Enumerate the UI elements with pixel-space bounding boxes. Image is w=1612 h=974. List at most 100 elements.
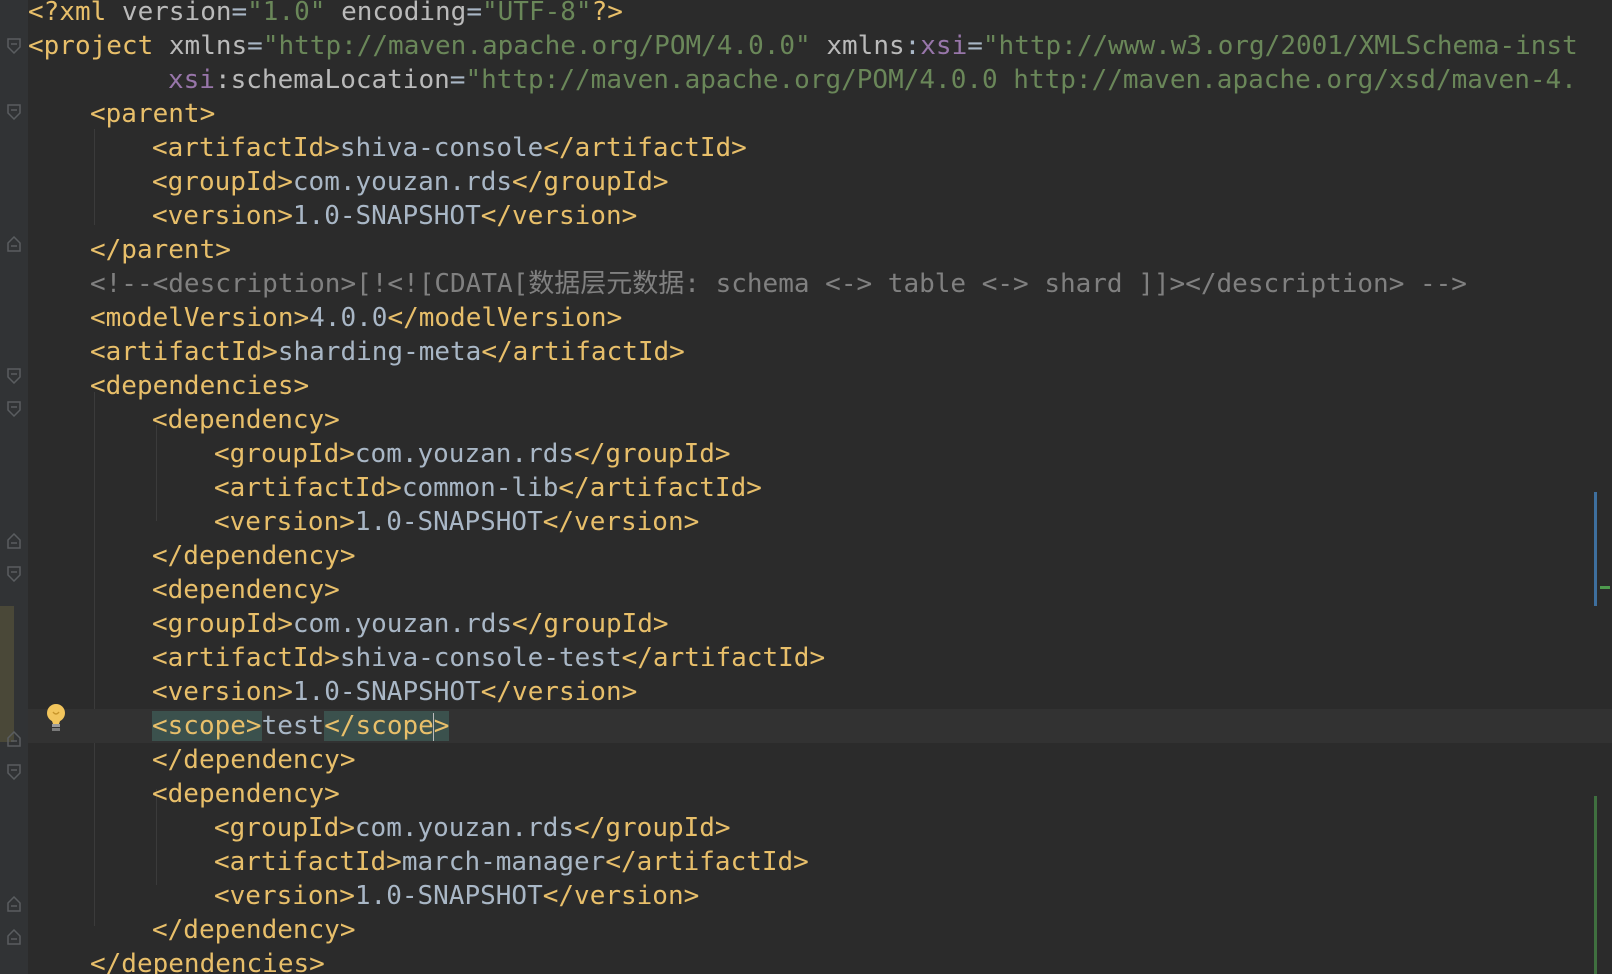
code-line-26[interactable]: <artifactId>march-manager</artifactId> (28, 845, 1612, 879)
error-stripe[interactable] (1588, 0, 1612, 974)
tag-text: shiva-console (339, 133, 544, 163)
tag: </version> (480, 677, 638, 707)
tag: <groupId> (152, 609, 293, 639)
code-line-20[interactable]: <artifactId>shiva-console-test</artifact… (28, 641, 1612, 675)
punct: = (967, 31, 983, 61)
tag: </version> (542, 881, 700, 911)
code-line-9[interactable]: <!--<description>[!<![CDATA[数据层元数据: sche… (28, 267, 1612, 301)
code-line-2[interactable]: <project xmlns = "http://maven.apache.org/… (28, 29, 1612, 63)
fold-marker-icon[interactable] (7, 236, 21, 252)
code-editor[interactable]: <?xml version="1.0" encoding="UTF-8"?> <… (0, 0, 1612, 974)
attr-name: xmlns (168, 31, 248, 61)
code-line-4[interactable]: <parent> (28, 97, 1612, 131)
tag: </groupId> (512, 167, 669, 197)
code-line-12[interactable]: <dependencies> (28, 369, 1612, 403)
tag: </groupId> (512, 609, 669, 639)
tag: <dependency> (152, 779, 340, 809)
editor-gutter (0, 0, 28, 974)
tag: </dependency> (152, 745, 356, 775)
code-line-6[interactable]: <groupId>com.youzan.rds</groupId> (28, 165, 1612, 199)
code-line-10[interactable]: <modelVersion>4.0.0</modelVersion> (28, 301, 1612, 335)
code-line-17[interactable]: </dependency> (28, 539, 1612, 573)
punct: = (231, 0, 248, 27)
fold-marker-icon[interactable] (7, 533, 21, 549)
scroll-mark[interactable] (1594, 492, 1597, 606)
tag: </groupId> (574, 439, 731, 469)
tag: <dependency> (152, 405, 340, 435)
code-line-29[interactable]: </dependencies> (28, 947, 1612, 974)
code-lines[interactable]: <?xml version="1.0" encoding="UTF-8"?> <… (28, 0, 1612, 974)
scroll-mark[interactable] (1594, 796, 1597, 974)
attr-value: "http://maven.apache.org/POM/4.0.0 http:… (465, 65, 1577, 95)
fold-marker-icon[interactable] (7, 38, 21, 54)
comment: <!--<description>[!<![CDATA[数据层元数据: sche… (90, 269, 1467, 299)
tag: <parent> (90, 99, 216, 129)
tag-text: com.youzan.rds (292, 609, 513, 639)
fold-marker-icon[interactable] (7, 368, 21, 384)
attr-value: "http://maven.apache.org/POM/4.0.0" (262, 31, 811, 61)
fold-marker-icon[interactable] (7, 929, 21, 945)
tag-text: 1.0-SNAPSHOT (292, 201, 481, 231)
attr-value: "http://www.w3.org/2001/XMLSchema-inst (982, 31, 1578, 61)
code-line-24[interactable]: <dependency> (28, 777, 1612, 811)
code-line-18[interactable]: <dependency> (28, 573, 1612, 607)
tag: </modelVersion> (387, 303, 623, 333)
punct: : (904, 31, 921, 61)
code-line-3[interactable]: xsi:schemaLocation="http://maven.apache.… (28, 63, 1612, 97)
tag: <artifactId> (214, 473, 402, 503)
code-line-5[interactable]: <artifactId>shiva-console</artifactId> (28, 131, 1612, 165)
code-line-25[interactable]: <groupId>com.youzan.rds</groupId> (28, 811, 1612, 845)
namespace-prefix: xsi (168, 65, 215, 95)
change-marker[interactable] (0, 606, 14, 742)
tag-text: common-lib (401, 473, 559, 503)
code-line-19[interactable]: <groupId>com.youzan.rds</groupId> (28, 607, 1612, 641)
code-line-8[interactable]: </parent> (28, 233, 1612, 267)
tag-text: 1.0-SNAPSHOT (354, 881, 543, 911)
tag-text: com.youzan.rds (354, 439, 575, 469)
tag-open: <project (28, 31, 169, 61)
code-line-21[interactable]: <version>1.0-SNAPSHOT</version> (28, 675, 1612, 709)
namespace-prefix: xsi (920, 31, 968, 61)
code-line-23[interactable]: </dependency> (28, 743, 1612, 777)
xml-declaration-open: <?xml (28, 0, 122, 27)
fold-marker-icon[interactable] (7, 731, 21, 747)
code-line-15[interactable]: <artifactId>common-lib</artifactId> (28, 471, 1612, 505)
tag: <dependency> (152, 575, 340, 605)
code-line-11[interactable]: <artifactId>sharding-meta</artifactId> (28, 335, 1612, 369)
code-line-16[interactable]: <version>1.0-SNAPSHOT</version> (28, 505, 1612, 539)
tag: </dependencies> (90, 949, 325, 974)
tag: <artifactId> (152, 643, 340, 673)
tag: <version> (152, 677, 293, 707)
tag: <artifactId> (90, 337, 278, 367)
code-line-7[interactable]: <version>1.0-SNAPSHOT</version> (28, 199, 1612, 233)
code-line-14[interactable]: <groupId>com.youzan.rds</groupId> (28, 437, 1612, 471)
code-line-22-current[interactable]: <scope>test</scope> (28, 709, 1612, 743)
tag: <version> (152, 201, 293, 231)
punct: = (466, 0, 482, 27)
tag-text: sharding-meta (277, 337, 482, 367)
tag: <groupId> (214, 439, 355, 469)
scroll-mark[interactable] (1600, 586, 1610, 589)
attr-name: encoding (325, 0, 467, 27)
fold-marker-icon[interactable] (7, 104, 21, 120)
code-line-13[interactable]: <dependency> (28, 403, 1612, 437)
punct: = (449, 65, 466, 95)
tag-highlighted: <scope> (152, 711, 262, 741)
attr-value: "UTF-8" (481, 0, 592, 27)
attr-name: xmlns (810, 31, 905, 61)
tag: <modelVersion> (90, 303, 310, 333)
fold-marker-icon[interactable] (7, 566, 21, 582)
tag: </artifactId> (605, 847, 809, 877)
tag-text: com.youzan.rds (292, 167, 513, 197)
code-line-1[interactable]: <?xml version="1.0" encoding="UTF-8"?> (28, 0, 1612, 29)
lightbulb-icon[interactable] (44, 702, 68, 736)
xml-declaration-close: ?> (591, 0, 623, 27)
tag: </dependency> (152, 541, 356, 571)
code-line-28[interactable]: </dependency> (28, 913, 1612, 947)
fold-marker-icon[interactable] (7, 401, 21, 417)
tag: </version> (480, 201, 638, 231)
code-line-27[interactable]: <version>1.0-SNAPSHOT</version> (28, 879, 1612, 913)
tag: <version> (214, 881, 355, 911)
fold-marker-icon[interactable] (7, 764, 21, 780)
fold-marker-icon[interactable] (7, 896, 21, 912)
